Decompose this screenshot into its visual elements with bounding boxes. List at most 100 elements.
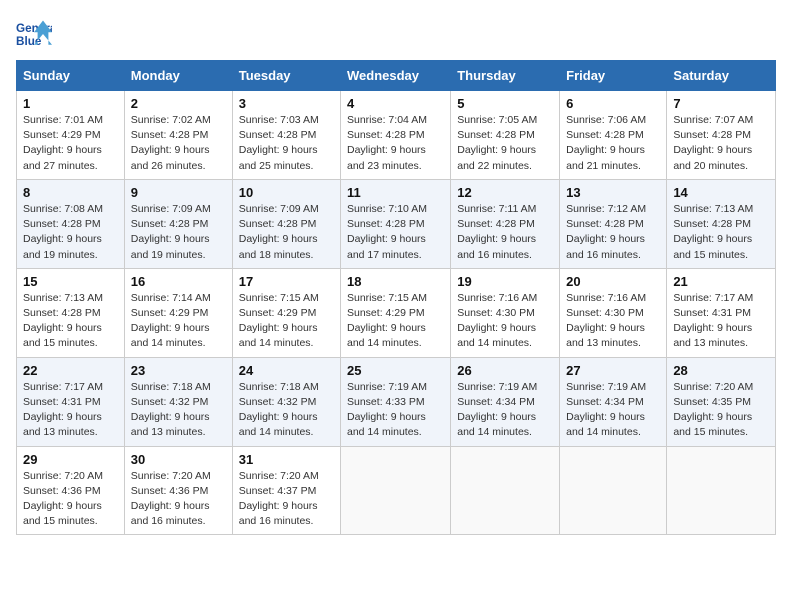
calendar-cell: 17 Sunrise: 7:15 AMSunset: 4:29 PMDayligh… — [232, 268, 340, 357]
calendar-week-row: 1 Sunrise: 7:01 AMSunset: 4:29 PMDaylight… — [17, 91, 776, 180]
day-number: 22 — [23, 363, 118, 378]
weekday-header-thursday: Thursday — [451, 61, 560, 91]
day-info: Sunrise: 7:17 AMSunset: 4:31 PMDaylight:… — [673, 291, 769, 352]
day-info: Sunrise: 7:19 AMSunset: 4:34 PMDaylight:… — [457, 380, 553, 441]
calendar-cell: 30 Sunrise: 7:20 AMSunset: 4:36 PMDayligh… — [124, 446, 232, 535]
day-info: Sunrise: 7:19 AMSunset: 4:33 PMDaylight:… — [347, 380, 444, 441]
day-info: Sunrise: 7:20 AMSunset: 4:36 PMDaylight:… — [131, 469, 226, 530]
day-info: Sunrise: 7:04 AMSunset: 4:28 PMDaylight:… — [347, 113, 444, 174]
day-number: 1 — [23, 96, 118, 111]
day-info: Sunrise: 7:19 AMSunset: 4:34 PMDaylight:… — [566, 380, 660, 441]
day-info: Sunrise: 7:15 AMSunset: 4:29 PMDaylight:… — [239, 291, 334, 352]
day-number: 30 — [131, 452, 226, 467]
day-number: 12 — [457, 185, 553, 200]
calendar-cell: 10 Sunrise: 7:09 AMSunset: 4:28 PMDayligh… — [232, 179, 340, 268]
calendar-cell: 3 Sunrise: 7:03 AMSunset: 4:28 PMDaylight… — [232, 91, 340, 180]
day-info: Sunrise: 7:17 AMSunset: 4:31 PMDaylight:… — [23, 380, 118, 441]
day-info: Sunrise: 7:14 AMSunset: 4:29 PMDaylight:… — [131, 291, 226, 352]
calendar-cell: 19 Sunrise: 7:16 AMSunset: 4:30 PMDayligh… — [451, 268, 560, 357]
day-number: 15 — [23, 274, 118, 289]
day-number: 7 — [673, 96, 769, 111]
calendar-cell: 18 Sunrise: 7:15 AMSunset: 4:29 PMDayligh… — [341, 268, 451, 357]
day-info: Sunrise: 7:10 AMSunset: 4:28 PMDaylight:… — [347, 202, 444, 263]
calendar-cell: 16 Sunrise: 7:14 AMSunset: 4:29 PMDayligh… — [124, 268, 232, 357]
calendar-cell: 15 Sunrise: 7:13 AMSunset: 4:28 PMDayligh… — [17, 268, 125, 357]
day-number: 11 — [347, 185, 444, 200]
day-number: 9 — [131, 185, 226, 200]
day-info: Sunrise: 7:09 AMSunset: 4:28 PMDaylight:… — [131, 202, 226, 263]
day-number: 10 — [239, 185, 334, 200]
day-info: Sunrise: 7:15 AMSunset: 4:29 PMDaylight:… — [347, 291, 444, 352]
weekday-header-saturday: Saturday — [667, 61, 776, 91]
day-info: Sunrise: 7:12 AMSunset: 4:28 PMDaylight:… — [566, 202, 660, 263]
day-info: Sunrise: 7:06 AMSunset: 4:28 PMDaylight:… — [566, 113, 660, 174]
day-number: 3 — [239, 96, 334, 111]
day-info: Sunrise: 7:20 AMSunset: 4:35 PMDaylight:… — [673, 380, 769, 441]
day-info: Sunrise: 7:20 AMSunset: 4:37 PMDaylight:… — [239, 469, 334, 530]
calendar-cell — [667, 446, 776, 535]
calendar-week-row: 15 Sunrise: 7:13 AMSunset: 4:28 PMDayligh… — [17, 268, 776, 357]
day-info: Sunrise: 7:18 AMSunset: 4:32 PMDaylight:… — [131, 380, 226, 441]
day-number: 13 — [566, 185, 660, 200]
day-number: 21 — [673, 274, 769, 289]
day-info: Sunrise: 7:03 AMSunset: 4:28 PMDaylight:… — [239, 113, 334, 174]
day-number: 4 — [347, 96, 444, 111]
calendar-cell: 5 Sunrise: 7:05 AMSunset: 4:28 PMDaylight… — [451, 91, 560, 180]
weekday-header-row: SundayMondayTuesdayWednesdayThursdayFrid… — [17, 61, 776, 91]
day-info: Sunrise: 7:13 AMSunset: 4:28 PMDaylight:… — [673, 202, 769, 263]
calendar-cell: 2 Sunrise: 7:02 AMSunset: 4:28 PMDaylight… — [124, 91, 232, 180]
weekday-header-tuesday: Tuesday — [232, 61, 340, 91]
calendar-cell — [451, 446, 560, 535]
day-info: Sunrise: 7:02 AMSunset: 4:28 PMDaylight:… — [131, 113, 226, 174]
logo: General Blue — [16, 16, 56, 52]
day-info: Sunrise: 7:16 AMSunset: 4:30 PMDaylight:… — [457, 291, 553, 352]
calendar-cell: 1 Sunrise: 7:01 AMSunset: 4:29 PMDaylight… — [17, 91, 125, 180]
day-info: Sunrise: 7:07 AMSunset: 4:28 PMDaylight:… — [673, 113, 769, 174]
day-number: 17 — [239, 274, 334, 289]
weekday-header-wednesday: Wednesday — [341, 61, 451, 91]
day-number: 2 — [131, 96, 226, 111]
calendar-cell: 9 Sunrise: 7:09 AMSunset: 4:28 PMDaylight… — [124, 179, 232, 268]
day-info: Sunrise: 7:09 AMSunset: 4:28 PMDaylight:… — [239, 202, 334, 263]
day-number: 31 — [239, 452, 334, 467]
day-number: 24 — [239, 363, 334, 378]
day-info: Sunrise: 7:16 AMSunset: 4:30 PMDaylight:… — [566, 291, 660, 352]
calendar-cell: 8Sunrise: 7:08 AMSunset: 4:28 PMDaylight… — [17, 179, 125, 268]
day-number: 28 — [673, 363, 769, 378]
calendar-cell: 6 Sunrise: 7:06 AMSunset: 4:28 PMDaylight… — [560, 91, 667, 180]
day-number: 14 — [673, 185, 769, 200]
calendar-cell: 25Sunrise: 7:19 AMSunset: 4:33 PMDayligh… — [341, 357, 451, 446]
weekday-header-sunday: Sunday — [17, 61, 125, 91]
day-number: 5 — [457, 96, 553, 111]
day-number: 20 — [566, 274, 660, 289]
day-number: 18 — [347, 274, 444, 289]
day-number: 23 — [131, 363, 226, 378]
page-header: General Blue — [16, 16, 776, 52]
day-number: 19 — [457, 274, 553, 289]
calendar-cell — [560, 446, 667, 535]
day-info: Sunrise: 7:13 AMSunset: 4:28 PMDaylight:… — [23, 291, 118, 352]
day-number: 16 — [131, 274, 226, 289]
day-number: 29 — [23, 452, 118, 467]
day-number: 6 — [566, 96, 660, 111]
day-info: Sunrise: 7:20 AMSunset: 4:36 PMDaylight:… — [23, 469, 118, 530]
calendar-cell: 11 Sunrise: 7:10 AMSunset: 4:28 PMDayligh… — [341, 179, 451, 268]
day-info: Sunrise: 7:05 AMSunset: 4:28 PMDaylight:… — [457, 113, 553, 174]
calendar-week-row: 29 Sunrise: 7:20 AMSunset: 4:36 PMDayligh… — [17, 446, 776, 535]
day-number: 26 — [457, 363, 553, 378]
calendar-cell: 20 Sunrise: 7:16 AMSunset: 4:30 PMDayligh… — [560, 268, 667, 357]
calendar-cell: 22 Sunrise: 7:17 AMSunset: 4:31 PMDayligh… — [17, 357, 125, 446]
day-number: 8 — [23, 185, 118, 200]
day-info: Sunrise: 7:11 AMSunset: 4:28 PMDaylight:… — [457, 202, 553, 263]
day-info: Sunrise: 7:18 AMSunset: 4:32 PMDaylight:… — [239, 380, 334, 441]
calendar-cell: 21 Sunrise: 7:17 AMSunset: 4:31 PMDayligh… — [667, 268, 776, 357]
weekday-header-monday: Monday — [124, 61, 232, 91]
calendar-cell: 12 Sunrise: 7:11 AMSunset: 4:28 PMDayligh… — [451, 179, 560, 268]
calendar-table: SundayMondayTuesdayWednesdayThursdayFrid… — [16, 60, 776, 535]
calendar-cell: 13 Sunrise: 7:12 AMSunset: 4:28 PMDayligh… — [560, 179, 667, 268]
calendar-cell: 14 Sunrise: 7:13 AMSunset: 4:28 PMDayligh… — [667, 179, 776, 268]
calendar-cell: 29 Sunrise: 7:20 AMSunset: 4:36 PMDayligh… — [17, 446, 125, 535]
calendar-cell: 26 Sunrise: 7:19 AMSunset: 4:34 PMDayligh… — [451, 357, 560, 446]
day-info: Sunrise: 7:01 AMSunset: 4:29 PMDaylight:… — [23, 113, 118, 174]
calendar-week-row: 22 Sunrise: 7:17 AMSunset: 4:31 PMDayligh… — [17, 357, 776, 446]
